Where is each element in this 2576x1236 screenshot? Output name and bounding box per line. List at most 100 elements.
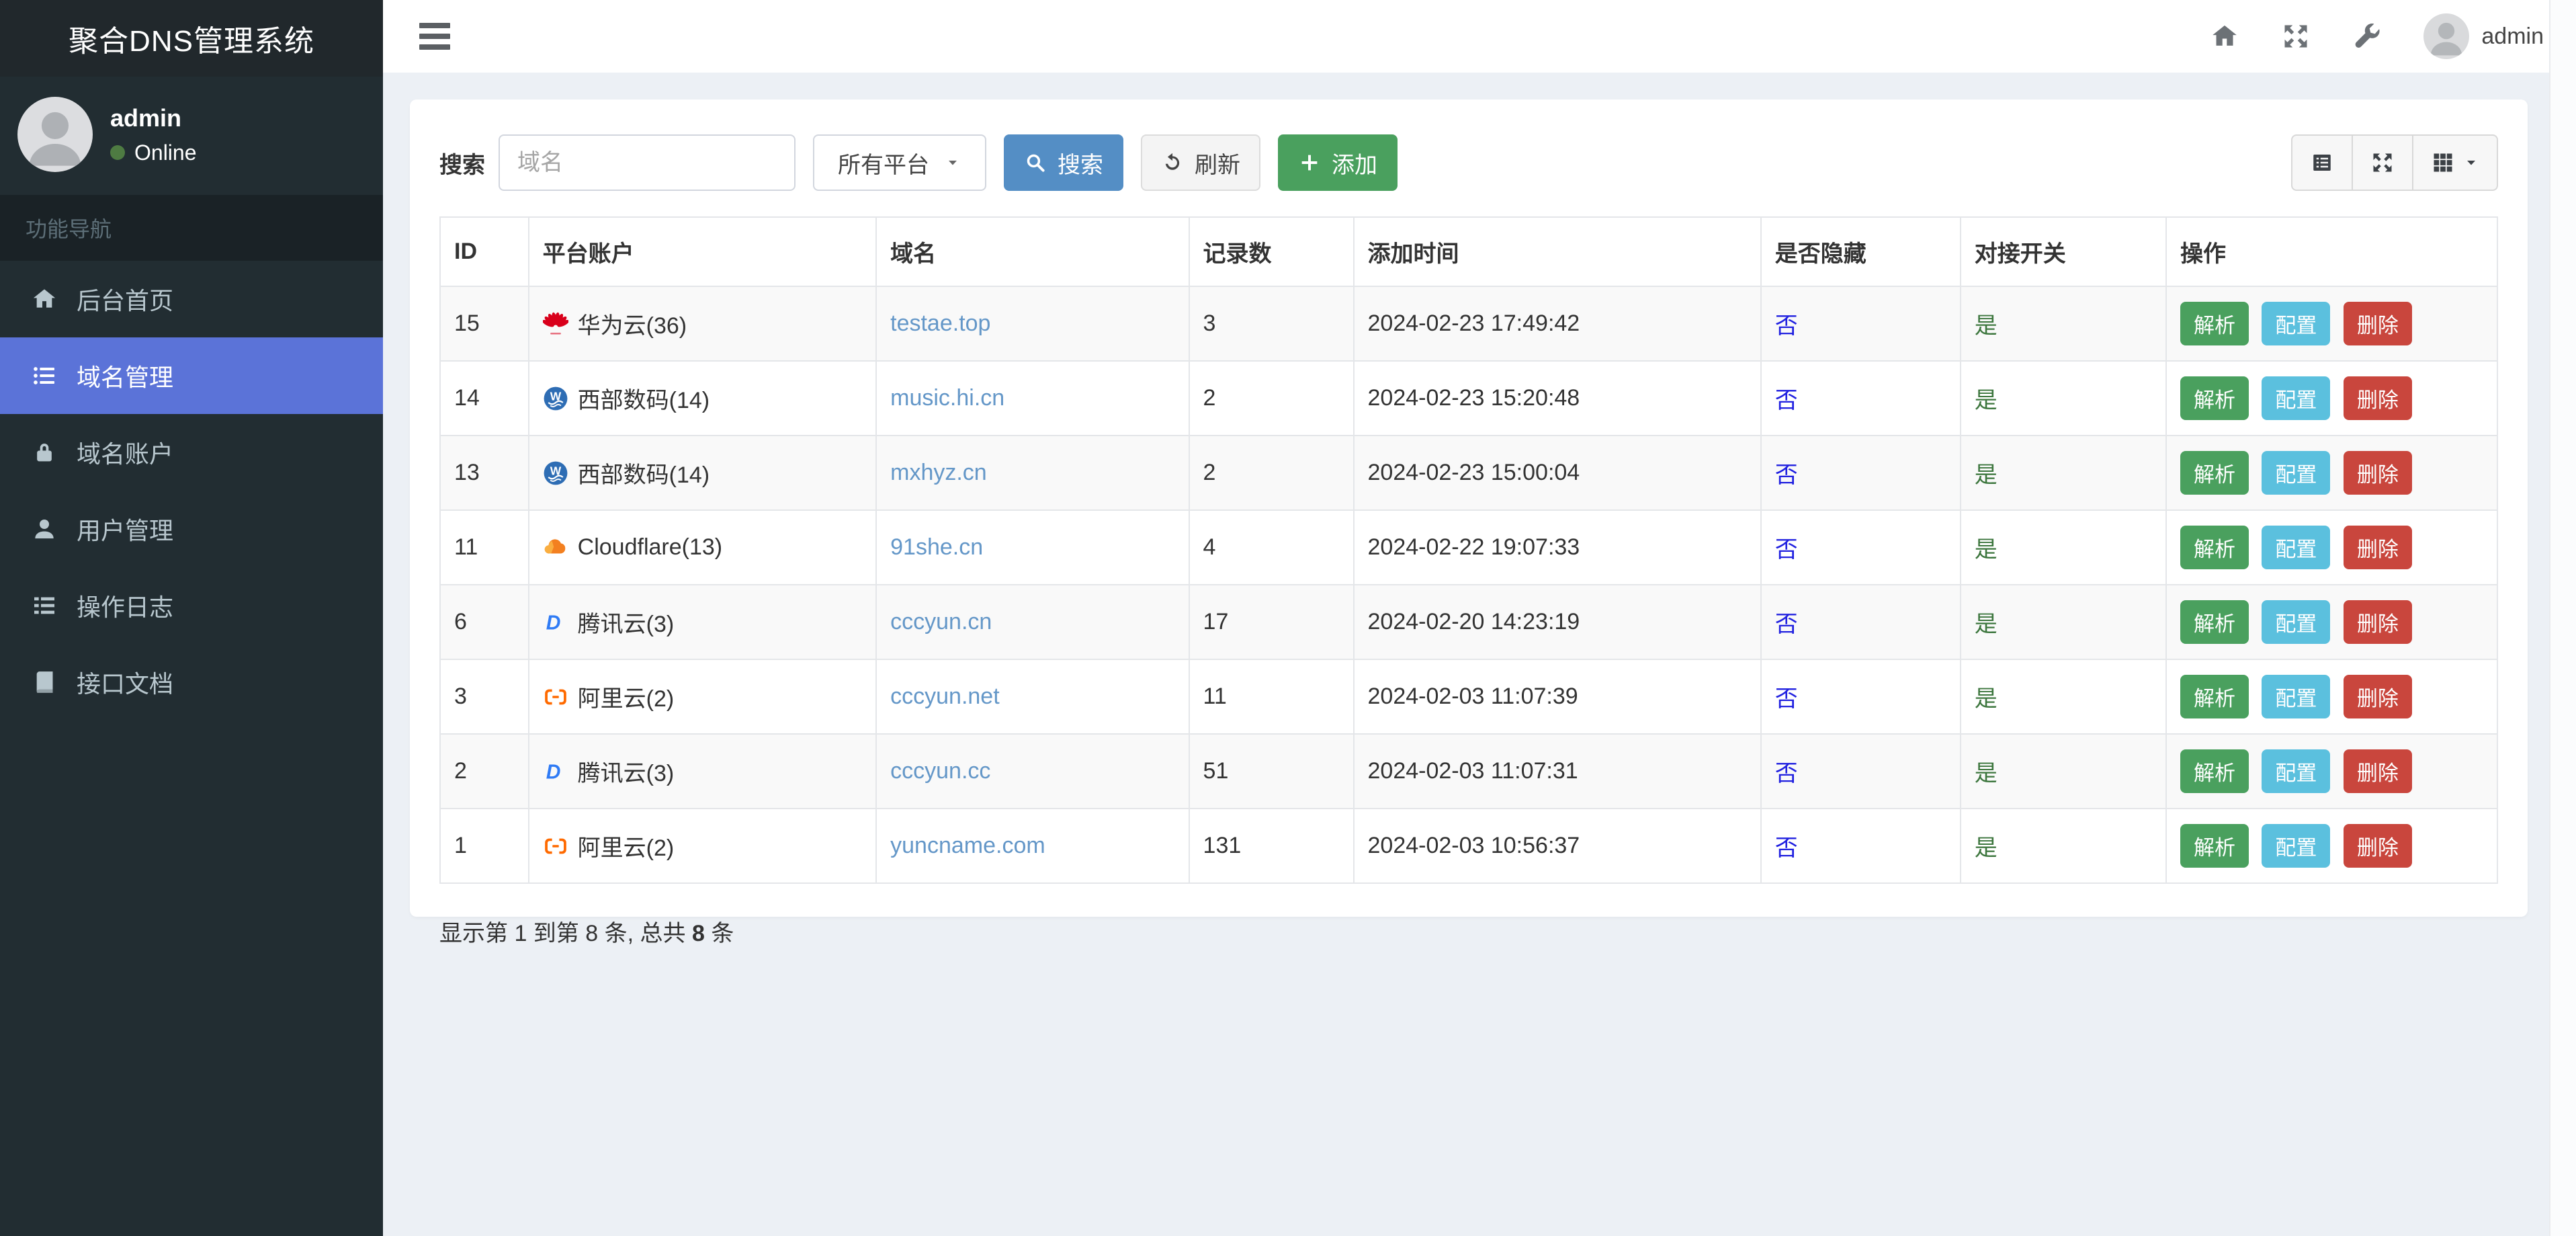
hidden-toggle[interactable]: 否 bbox=[1775, 537, 1798, 563]
domains-table: ID 平台账户 域名 记录数 添加时间 是否隐藏 对接开关 操作 15 华为云(… bbox=[439, 216, 2499, 884]
switch-toggle[interactable]: 是 bbox=[1975, 313, 1998, 339]
cell-hidden: 否 bbox=[1760, 286, 1961, 362]
add-button[interactable]: 添加 bbox=[1278, 134, 1398, 191]
resolve-button[interactable]: 解析 bbox=[2180, 824, 2249, 868]
page-scrollbar[interactable] bbox=[2549, 0, 2576, 1236]
switch-toggle[interactable]: 是 bbox=[1975, 835, 1998, 861]
sidebar-item-label: 后台首页 bbox=[77, 287, 174, 315]
config-button[interactable]: 配置 bbox=[2262, 600, 2331, 644]
switch-toggle[interactable]: 是 bbox=[1975, 462, 1998, 488]
columns-toggle-button[interactable] bbox=[2412, 134, 2498, 191]
search-input[interactable] bbox=[499, 134, 796, 191]
cell-record-count: 4 bbox=[1188, 509, 1355, 585]
fullscreen-table-button[interactable] bbox=[2352, 134, 2413, 191]
fullscreen-icon[interactable] bbox=[2281, 22, 2311, 51]
cell-id: 2 bbox=[439, 733, 529, 809]
config-button[interactable]: 配置 bbox=[2262, 376, 2331, 420]
table-row: 11 Cloudflare(13) 91she.cn 4 2024-02-22 … bbox=[439, 509, 2499, 585]
hidden-toggle[interactable]: 否 bbox=[1775, 313, 1798, 339]
domain-link[interactable]: cccyun.cc bbox=[890, 758, 990, 784]
column-header-actions: 操作 bbox=[2165, 216, 2499, 287]
tencent-icon: D bbox=[543, 759, 568, 784]
sidebar-item-users[interactable]: 用户管理 bbox=[0, 491, 383, 567]
hidden-toggle[interactable]: 否 bbox=[1775, 835, 1798, 861]
switch-toggle[interactable]: 是 bbox=[1975, 761, 1998, 786]
cell-actions: 解析 配置 删除 bbox=[2165, 286, 2499, 362]
settings-wrench-icon[interactable] bbox=[2352, 22, 2382, 51]
cell-actions: 解析 配置 删除 bbox=[2165, 808, 2499, 884]
user-menu[interactable]: admin bbox=[2423, 13, 2544, 59]
sidebar-item-api-docs[interactable]: 接口文档 bbox=[0, 644, 383, 720]
sidebar-item-logs[interactable]: 操作日志 bbox=[0, 567, 383, 644]
delete-button[interactable]: 删除 bbox=[2343, 302, 2412, 345]
domain-table-card: 搜索 所有平台 搜索 刷新 bbox=[410, 99, 2528, 946]
config-button[interactable]: 配置 bbox=[2262, 824, 2331, 868]
table-toolbar: 搜索 所有平台 搜索 刷新 bbox=[439, 134, 2498, 191]
domain-link[interactable]: 91she.cn bbox=[890, 534, 983, 560]
resolve-button[interactable]: 解析 bbox=[2180, 749, 2249, 793]
hidden-toggle[interactable]: 否 bbox=[1775, 686, 1798, 712]
switch-toggle[interactable]: 是 bbox=[1975, 612, 1998, 637]
delete-button[interactable]: 删除 bbox=[2343, 526, 2412, 569]
hidden-toggle[interactable]: 否 bbox=[1775, 761, 1798, 786]
search-button[interactable]: 搜索 bbox=[1004, 134, 1123, 191]
resolve-button[interactable]: 解析 bbox=[2180, 526, 2249, 569]
switch-toggle[interactable]: 是 bbox=[1975, 388, 1998, 413]
switch-toggle[interactable]: 是 bbox=[1975, 537, 1998, 563]
cell-record-count: 131 bbox=[1188, 808, 1355, 884]
delete-button[interactable]: 删除 bbox=[2343, 675, 2412, 718]
platform-select[interactable]: 所有平台 bbox=[813, 134, 986, 191]
domain-link[interactable]: cccyun.cn bbox=[890, 609, 992, 634]
delete-button[interactable]: 删除 bbox=[2343, 749, 2412, 793]
cell-id: 3 bbox=[439, 659, 529, 735]
column-header-added: 添加时间 bbox=[1353, 216, 1762, 287]
cell-hidden: 否 bbox=[1760, 509, 1961, 585]
domain-link[interactable]: yuncname.com bbox=[890, 833, 1045, 858]
config-button[interactable]: 配置 bbox=[2262, 526, 2331, 569]
resolve-button[interactable]: 解析 bbox=[2180, 451, 2249, 495]
domain-link[interactable]: mxhyz.cn bbox=[890, 460, 987, 485]
resolve-button[interactable]: 解析 bbox=[2180, 600, 2249, 644]
resolve-button[interactable]: 解析 bbox=[2180, 302, 2249, 345]
delete-button[interactable]: 删除 bbox=[2343, 376, 2412, 420]
search-icon bbox=[1027, 154, 1045, 172]
sidebar-item-domain-accounts[interactable]: 域名账户 bbox=[0, 414, 383, 491]
sidebar-item-label: 域名账户 bbox=[77, 440, 174, 468]
online-status-label: Online bbox=[134, 140, 197, 165]
switch-toggle[interactable]: 是 bbox=[1975, 686, 1998, 712]
domain-link[interactable]: music.hi.cn bbox=[890, 385, 1004, 411]
resolve-button[interactable]: 解析 bbox=[2180, 675, 2249, 718]
home-icon[interactable] bbox=[2210, 22, 2239, 51]
sidebar-item-domains[interactable]: 域名管理 bbox=[0, 337, 383, 414]
config-button[interactable]: 配置 bbox=[2262, 451, 2331, 495]
lock-icon bbox=[37, 444, 52, 462]
cell-switch: 是 bbox=[1959, 360, 2167, 436]
aliyun-icon bbox=[543, 684, 568, 710]
cell-id: 6 bbox=[439, 584, 529, 660]
hidden-toggle[interactable]: 否 bbox=[1775, 462, 1798, 488]
cell-record-count: 3 bbox=[1188, 286, 1355, 362]
sidebar-toggle-icon[interactable] bbox=[415, 19, 454, 54]
svg-text:D: D bbox=[546, 612, 560, 634]
cell-actions: 解析 配置 删除 bbox=[2165, 509, 2499, 585]
tencent-cloud-icon: D bbox=[546, 761, 560, 783]
cell-added-time: 2024-02-23 17:49:42 bbox=[1353, 286, 1762, 362]
domain-link[interactable]: testae.top bbox=[890, 311, 990, 336]
pagination-view-button[interactable] bbox=[2291, 134, 2353, 191]
refresh-button[interactable]: 刷新 bbox=[1141, 134, 1260, 191]
config-button[interactable]: 配置 bbox=[2262, 749, 2331, 793]
home-icon bbox=[33, 289, 56, 308]
config-button[interactable]: 配置 bbox=[2262, 675, 2331, 718]
delete-button[interactable]: 删除 bbox=[2343, 451, 2412, 495]
config-button[interactable]: 配置 bbox=[2262, 302, 2331, 345]
domain-link[interactable]: cccyun.net bbox=[890, 684, 1000, 709]
resolve-button[interactable]: 解析 bbox=[2180, 376, 2249, 420]
delete-button[interactable]: 删除 bbox=[2343, 824, 2412, 868]
hidden-toggle[interactable]: 否 bbox=[1775, 612, 1798, 637]
hidden-toggle[interactable]: 否 bbox=[1775, 388, 1798, 413]
cell-platform: D 腾讯云(3) bbox=[527, 733, 877, 809]
avatar bbox=[17, 97, 93, 172]
delete-button[interactable]: 删除 bbox=[2343, 600, 2412, 644]
sidebar-item-dashboard[interactable]: 后台首页 bbox=[0, 261, 383, 337]
list-icon bbox=[34, 367, 54, 384]
